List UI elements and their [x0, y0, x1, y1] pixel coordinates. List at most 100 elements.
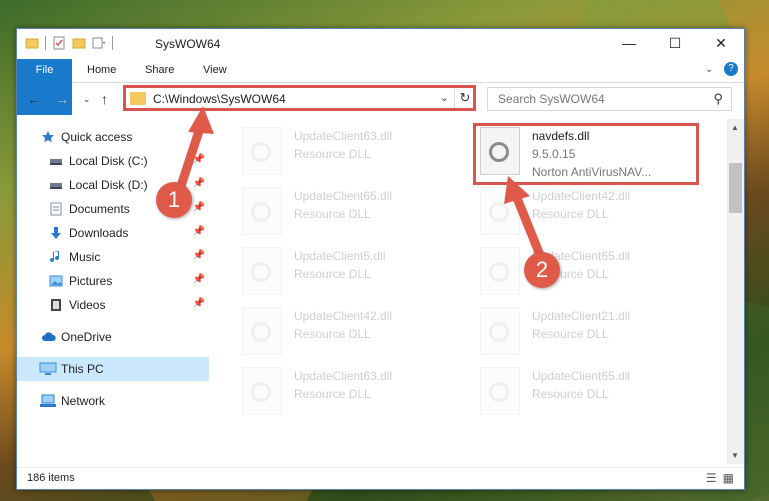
- sidebar-item-label: Documents: [69, 202, 130, 216]
- cloud-icon: [42, 332, 56, 341]
- sidebar-item-label: Downloads: [69, 226, 129, 240]
- scroll-down-icon[interactable]: ▼: [731, 451, 739, 460]
- file-type: Resource DLL: [294, 267, 371, 281]
- file-explorer-window: SysWOW64 — ☐ ✕ File Home Share View ⌄ ? …: [16, 28, 745, 490]
- file-item[interactable]: UpdateClient42.dll Resource DLL: [470, 185, 700, 241]
- search-box[interactable]: Search SysWOW64 ⚲: [487, 87, 732, 111]
- tab-home[interactable]: Home: [77, 59, 126, 82]
- minimize-icon: —: [622, 35, 636, 51]
- recent-locations-icon[interactable]: ⌄: [83, 94, 91, 105]
- separator: [45, 36, 46, 50]
- tab-share[interactable]: Share: [135, 59, 184, 82]
- sidebar-item-onedrive[interactable]: OneDrive: [17, 325, 209, 349]
- sidebar-item-label: Local Disk (C:): [69, 154, 148, 168]
- file-type: Resource DLL: [294, 327, 371, 341]
- dll-file-icon: [242, 187, 282, 235]
- file-type: Resource DLL: [532, 327, 609, 341]
- pin-icon[interactable]: 📌: [193, 298, 205, 309]
- file-highlight: [473, 123, 699, 185]
- file-name: UpdateClient42.dll: [294, 309, 393, 323]
- file-item[interactable]: UpdateClient63.dll Resource DLL: [232, 365, 462, 421]
- network-icon: [40, 394, 56, 407]
- details-view-icon[interactable]: ☰: [706, 471, 717, 485]
- new-folder-icon[interactable]: [72, 36, 86, 50]
- tiles-view-icon[interactable]: ▦: [723, 471, 734, 485]
- scrollbar-thumb[interactable]: [729, 163, 742, 213]
- pin-icon[interactable]: 📌: [193, 202, 205, 213]
- view-toggle: ☰ ▦: [706, 471, 734, 485]
- pin-icon[interactable]: 📌: [193, 226, 205, 237]
- file-type: Resource DLL: [294, 387, 371, 401]
- computer-icon: [39, 362, 57, 375]
- tab-view[interactable]: View: [193, 59, 237, 82]
- sidebar-item-label: Videos: [69, 298, 106, 312]
- sidebar-item-label: This PC: [61, 362, 104, 376]
- scroll-up-icon[interactable]: ▲: [731, 123, 739, 132]
- file-item[interactable]: UpdateClient5.dll Resource DLL: [232, 245, 462, 301]
- customize-toolbar-icon[interactable]: [92, 36, 106, 50]
- sidebar-item-this-pc[interactable]: This PC: [17, 357, 209, 381]
- navigation-pane: Quick access Local Disk (C:) 📌 Local Dis…: [17, 119, 209, 464]
- dll-file-icon: [480, 307, 520, 355]
- vertical-scrollbar[interactable]: ▲ ▼: [727, 119, 744, 464]
- sidebar-item-network[interactable]: Network: [17, 389, 209, 413]
- dll-file-icon: [480, 247, 520, 295]
- file-item[interactable]: UpdateClient65.dll Resource DLL: [232, 185, 462, 241]
- status-bar: 186 items ☰ ▦: [17, 467, 744, 490]
- file-name: UpdateClient63.dll: [294, 129, 393, 143]
- dll-file-icon: [242, 127, 282, 175]
- maximize-button[interactable]: ☐: [652, 29, 698, 57]
- pin-icon[interactable]: 📌: [193, 250, 205, 261]
- file-name: UpdateClient42.dll: [532, 189, 631, 203]
- dll-file-icon: [480, 187, 520, 235]
- search-input[interactable]: Search SysWOW64: [498, 92, 605, 106]
- help-icon[interactable]: ?: [724, 62, 738, 76]
- file-type: Resource DLL: [532, 207, 609, 221]
- dll-file-icon: [242, 367, 282, 415]
- pictures-icon: [49, 275, 63, 287]
- sidebar-item-label: Local Disk (D:): [69, 178, 148, 192]
- dll-file-icon: [242, 247, 282, 295]
- sidebar-item-label: Pictures: [69, 274, 113, 288]
- pin-icon[interactable]: 📌: [193, 154, 205, 165]
- expand-ribbon-icon[interactable]: ⌄: [705, 64, 713, 75]
- sidebar-item-music[interactable]: Music 📌: [17, 245, 209, 269]
- sidebar-item-local-disk-c[interactable]: Local Disk (C:) 📌: [17, 149, 209, 173]
- file-item[interactable]: UpdateClient65.dll Resource DLL: [470, 365, 700, 421]
- forward-button[interactable]: →: [55, 91, 69, 107]
- star-icon: [42, 131, 54, 143]
- title-bar: SysWOW64 — ☐ ✕: [17, 29, 744, 59]
- sidebar-item-videos[interactable]: Videos 📌: [17, 293, 209, 317]
- address-highlight: [123, 85, 476, 111]
- sidebar-item-quick-access[interactable]: Quick access: [17, 125, 209, 149]
- sidebar-item-label: Quick access: [61, 130, 133, 144]
- sidebar-item-pictures[interactable]: Pictures 📌: [17, 269, 209, 293]
- file-name: UpdateClient65.dll: [294, 189, 393, 203]
- file-type: Resource DLL: [294, 147, 371, 161]
- file-item[interactable]: UpdateClient21.dll Resource DLL: [470, 305, 700, 361]
- minimize-button[interactable]: —: [606, 29, 652, 57]
- ribbon-tabs: File Home Share View ⌄ ?: [17, 59, 744, 115]
- pin-icon[interactable]: 📌: [193, 178, 205, 189]
- separator: [112, 36, 113, 50]
- file-type: Resource DLL: [294, 207, 371, 221]
- up-button[interactable]: ↑: [101, 91, 108, 107]
- window-title: SysWOW64: [155, 37, 221, 51]
- music-icon: [50, 251, 60, 263]
- file-item[interactable]: UpdateClient65.dll Resource DLL: [470, 245, 700, 301]
- sidebar-item-label: OneDrive: [61, 330, 112, 344]
- sidebar-item-label: Music: [69, 250, 101, 264]
- file-type: Resource DLL: [532, 387, 609, 401]
- file-name: UpdateClient5.dll: [294, 249, 386, 263]
- item-count: 186 items: [27, 472, 75, 484]
- drive-icon: [50, 159, 62, 165]
- file-item[interactable]: UpdateClient42.dll Resource DLL: [232, 305, 462, 361]
- properties-icon[interactable]: [52, 36, 66, 50]
- close-button[interactable]: ✕: [698, 29, 744, 57]
- back-button[interactable]: ←: [27, 91, 41, 107]
- maximize-icon: ☐: [668, 34, 682, 51]
- sidebar-item-downloads[interactable]: Downloads 📌: [17, 221, 209, 245]
- search-icon[interactable]: ⚲: [713, 91, 723, 107]
- pin-icon[interactable]: 📌: [193, 274, 205, 285]
- file-item[interactable]: UpdateClient63.dll Resource DLL: [232, 125, 462, 181]
